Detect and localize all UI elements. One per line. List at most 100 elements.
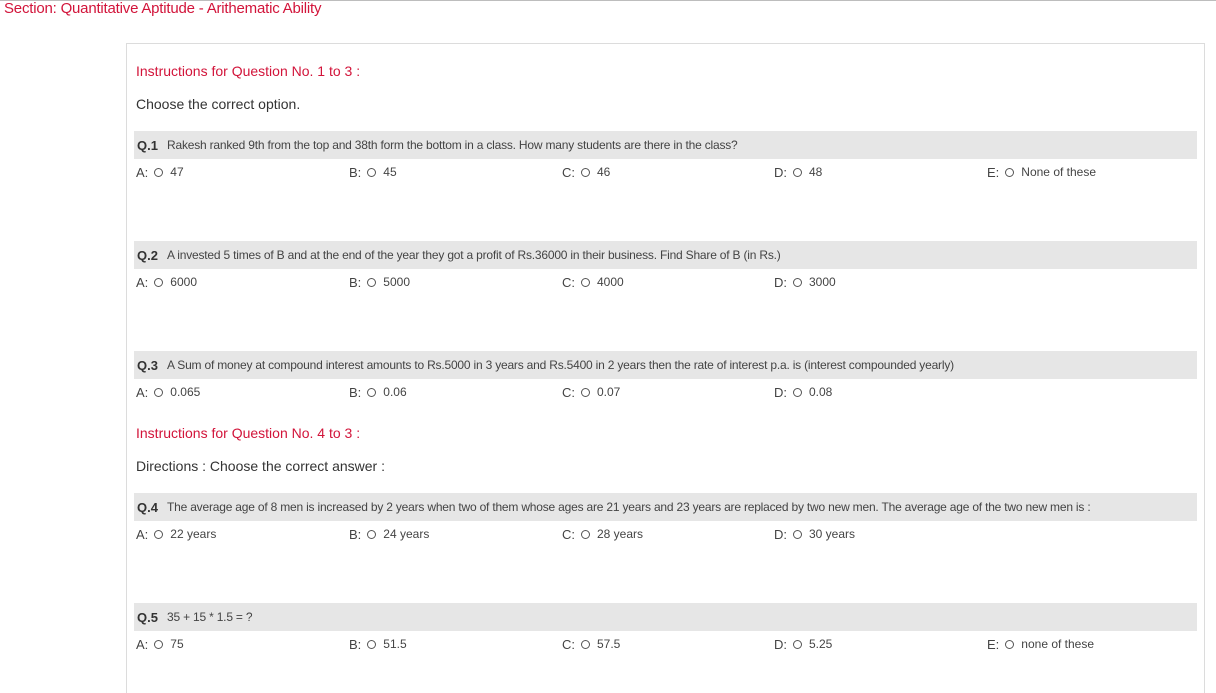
radio-button[interactable]: [581, 277, 590, 287]
radio-button[interactable]: [793, 167, 802, 177]
option-c[interactable]: C: 28 years: [562, 526, 643, 542]
option-c[interactable]: C: 57.5: [562, 636, 620, 652]
option-letter: B:: [349, 636, 362, 652]
question-number: Q.1: [137, 137, 158, 153]
option-value: 5.25: [809, 637, 833, 651]
option-b[interactable]: B: 0.06: [349, 384, 407, 400]
option-value: 0.065: [170, 385, 201, 399]
option-value: 51.5: [383, 637, 407, 651]
option-value: 46: [597, 165, 611, 179]
radio-button[interactable]: [793, 387, 802, 397]
option-letter: A:: [136, 636, 149, 652]
option-a[interactable]: A: 22 years: [136, 526, 216, 542]
option-value: 22 years: [170, 527, 217, 541]
option-value: 0.07: [597, 385, 621, 399]
option-e[interactable]: E: None of these: [987, 164, 1096, 180]
option-d[interactable]: D: 48: [774, 164, 822, 180]
option-value: 6000: [170, 275, 197, 289]
question-2: Q.2 A invested 5 times of B and at the e…: [134, 241, 1197, 269]
option-d[interactable]: D: 30 years: [774, 526, 855, 542]
radio-button[interactable]: [581, 167, 590, 177]
question-number: Q.2: [137, 247, 158, 263]
question-number: Q.4: [137, 499, 158, 515]
radio-button[interactable]: [154, 529, 164, 539]
option-letter: B:: [349, 164, 362, 180]
option-c[interactable]: C: 0.07: [562, 384, 620, 400]
option-value: 0.08: [809, 385, 833, 399]
option-letter: D:: [774, 274, 787, 290]
option-a[interactable]: A: 6000: [136, 274, 197, 290]
option-value: 75: [170, 637, 184, 651]
option-letter: D:: [774, 526, 787, 542]
option-a[interactable]: A: 0.065: [136, 384, 200, 400]
question-text: A Sum of money at compound interest amou…: [167, 358, 954, 372]
question-3: Q.3 A Sum of money at compound interest …: [134, 351, 1197, 379]
option-value: 28 years: [597, 527, 644, 541]
radio-button[interactable]: [367, 529, 377, 539]
radio-button[interactable]: [581, 639, 590, 649]
option-letter: C:: [562, 384, 575, 400]
question-text: 35 + 15 * 1.5 = ?: [167, 610, 253, 624]
radio-button[interactable]: [367, 167, 377, 177]
question-number: Q.3: [137, 357, 158, 373]
question-text: Rakesh ranked 9th from the top and 38th …: [167, 138, 738, 152]
option-letter: A:: [136, 164, 149, 180]
question-1: Q.1 Rakesh ranked 9th from the top and 3…: [134, 131, 1197, 159]
option-d[interactable]: D: 5.25: [774, 636, 832, 652]
option-value: 47: [170, 165, 184, 179]
question-text: The average age of 8 men is increased by…: [167, 500, 1091, 514]
radio-button[interactable]: [793, 277, 802, 287]
question-text: A invested 5 times of B and at the end o…: [167, 248, 781, 262]
option-letter: E:: [987, 164, 1000, 180]
instructions-text: Directions : Choose the correct answer :: [136, 458, 385, 474]
instructions-text: Choose the correct option.: [136, 96, 301, 112]
radio-button[interactable]: [154, 277, 164, 287]
option-letter: C:: [562, 164, 575, 180]
option-letter: A:: [136, 384, 149, 400]
option-value: 5000: [383, 275, 410, 289]
section-title: Section: Quantitative Aptitude - Arithem…: [4, 0, 322, 17]
option-b[interactable]: B: 51.5: [349, 636, 407, 652]
option-value: 24 years: [383, 527, 430, 541]
radio-button[interactable]: [793, 639, 802, 649]
option-letter: C:: [562, 526, 575, 542]
option-value: 3000: [809, 275, 836, 289]
option-e[interactable]: E: none of these: [987, 636, 1094, 652]
radio-button[interactable]: [367, 387, 377, 397]
option-value: 0.06: [383, 385, 407, 399]
option-c[interactable]: C: 4000: [562, 274, 624, 290]
radio-button[interactable]: [154, 387, 164, 397]
option-letter: D:: [774, 164, 787, 180]
option-d[interactable]: D: 3000: [774, 274, 836, 290]
option-letter: A:: [136, 526, 149, 542]
option-letter: C:: [562, 636, 575, 652]
option-letter: D:: [774, 636, 787, 652]
option-letter: B:: [349, 526, 362, 542]
option-value: 57.5: [597, 637, 621, 651]
option-a[interactable]: A: 47: [136, 164, 184, 180]
option-b[interactable]: B: 45: [349, 164, 397, 180]
radio-button[interactable]: [793, 529, 802, 539]
instructions-title: Instructions for Question No. 4 to 3 :: [136, 425, 361, 441]
radio-button[interactable]: [367, 639, 377, 649]
option-letter: B:: [349, 274, 362, 290]
option-b[interactable]: B: 24 years: [349, 526, 429, 542]
radio-button[interactable]: [581, 387, 590, 397]
option-letter: E:: [987, 636, 1000, 652]
option-letter: A:: [136, 274, 149, 290]
option-d[interactable]: D: 0.08: [774, 384, 832, 400]
radio-button[interactable]: [1005, 167, 1015, 177]
question-number: Q.5: [137, 609, 158, 625]
option-letter: B:: [349, 384, 362, 400]
option-value: 48: [809, 165, 823, 179]
radio-button[interactable]: [154, 639, 164, 649]
option-c[interactable]: C: 46: [562, 164, 610, 180]
radio-button[interactable]: [367, 277, 377, 287]
option-b[interactable]: B: 5000: [349, 274, 410, 290]
option-letter: C:: [562, 274, 575, 290]
radio-button[interactable]: [581, 529, 590, 539]
radio-button[interactable]: [1005, 639, 1015, 649]
radio-button[interactable]: [154, 167, 164, 177]
option-a[interactable]: A: 75: [136, 636, 184, 652]
option-value: None of these: [1021, 165, 1097, 179]
